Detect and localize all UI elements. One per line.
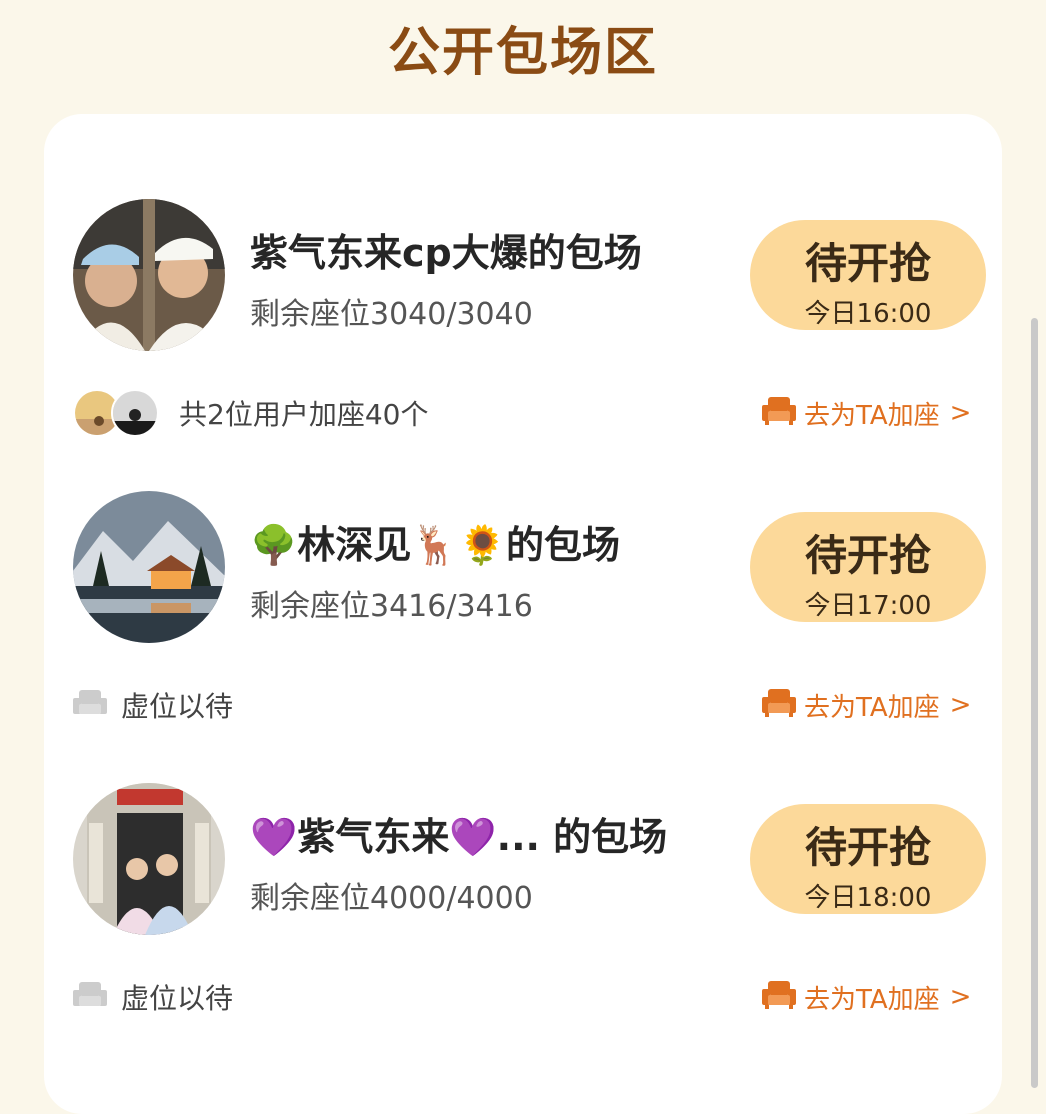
remaining-seats: 剩余座位3040/3040 bbox=[250, 297, 533, 332]
grab-button-label: 待开抢 bbox=[804, 239, 931, 288]
empty-seat-text: 虚位以待 bbox=[121, 982, 234, 1015]
room-item[interactable]: 🌳林深见🦌🌻的包场 剩余座位3416/3416 待开抢 今日17:00 虚位以待… bbox=[44, 406, 1002, 723]
room-name: 🌳林深见🦌🌻的包场 bbox=[250, 523, 620, 567]
page-title: 公开包场区 bbox=[387, 23, 658, 83]
chevron-right-icon: > bbox=[949, 982, 972, 1012]
room-name: 紫气东来cp大爆的包场 bbox=[250, 231, 642, 275]
grab-button[interactable]: 待开抢 今日17:00 bbox=[750, 512, 986, 622]
room-list-card: 紫气东来cp大爆的包场 剩余座位3040/3040 待开抢 今日16:00 共2… bbox=[44, 114, 1002, 1114]
room-avatar[interactable] bbox=[73, 491, 225, 643]
add-seat-label: 去为TA加座 bbox=[804, 984, 940, 1015]
room-avatar[interactable] bbox=[73, 783, 225, 935]
grab-button[interactable]: 待开抢 今日18:00 bbox=[750, 804, 986, 914]
supporters-row: 虚位以待 bbox=[73, 973, 233, 1021]
start-time: 今日16:00 bbox=[804, 299, 932, 329]
room-item[interactable]: 💜紫气东来💜... 的包场 剩余座位4000/4000 待开抢 今日18:00 … bbox=[44, 698, 1002, 1015]
add-seat-link[interactable]: 去为TA加座 > bbox=[762, 973, 971, 1021]
grab-button[interactable]: 待开抢 今日16:00 bbox=[750, 220, 986, 330]
scrollbar[interactable] bbox=[1031, 318, 1038, 1088]
room-avatar[interactable] bbox=[73, 199, 225, 351]
start-time: 今日18:00 bbox=[804, 883, 932, 913]
remaining-seats: 剩余座位4000/4000 bbox=[250, 881, 533, 916]
empty-seat-icon bbox=[73, 980, 107, 1014]
start-time: 今日17:00 bbox=[804, 591, 932, 621]
sofa-icon bbox=[762, 979, 796, 1016]
grab-button-label: 待开抢 bbox=[804, 531, 931, 580]
room-name: 💜紫气东来💜... 的包场 bbox=[250, 815, 668, 859]
grab-button-label: 待开抢 bbox=[804, 823, 931, 872]
room-item[interactable]: 紫气东来cp大爆的包场 剩余座位3040/3040 待开抢 今日16:00 共2… bbox=[44, 114, 1002, 437]
remaining-seats: 剩余座位3416/3416 bbox=[250, 589, 533, 624]
